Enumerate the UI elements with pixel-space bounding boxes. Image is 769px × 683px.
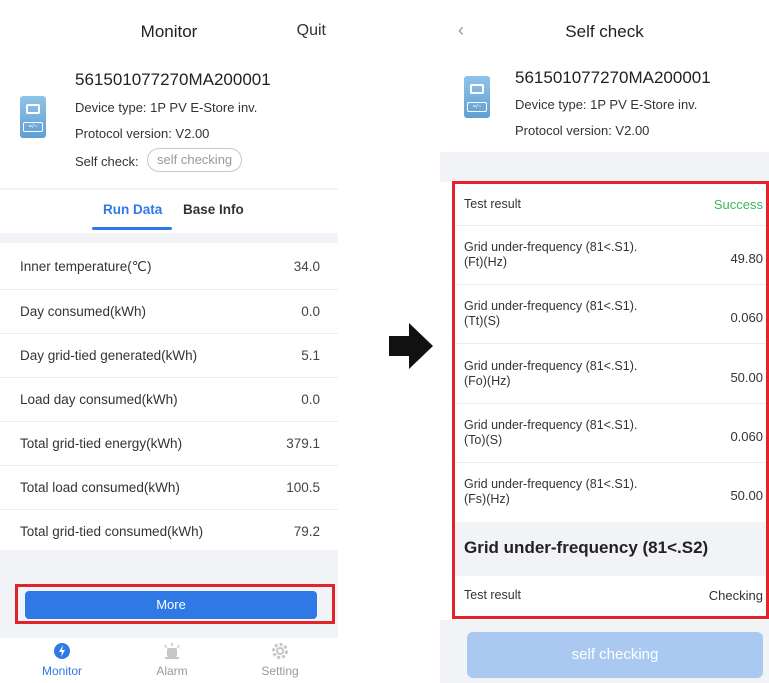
tab-run-data[interactable]: Run Data — [103, 202, 162, 217]
highlight-box — [15, 584, 335, 624]
monitor-icon — [53, 642, 71, 660]
row-label: Total grid-tied energy(kWh) — [20, 436, 183, 451]
device-serial: 561501077270MA200001 — [75, 70, 271, 89]
nav-label: Setting — [261, 664, 299, 678]
data-row: Inner temperature(℃) 34.0 — [0, 243, 338, 290]
page-title: Monitor — [140, 22, 198, 41]
gear-icon — [271, 642, 289, 660]
device-type: Device type: 1P PV E-Store inv. — [75, 100, 258, 115]
row-value: 100.5 — [286, 480, 320, 495]
row-value: 0.0 — [301, 392, 320, 407]
tab-bar: Run Data Base Info — [0, 190, 338, 234]
tab-active-indicator — [92, 227, 172, 230]
self-check-label: Self check: — [75, 154, 139, 169]
inverter-icon: =/~ — [464, 76, 490, 118]
row-label: Day consumed(kWh) — [20, 304, 147, 319]
quit-button[interactable]: Quit — [297, 22, 326, 40]
highlight-box — [452, 181, 769, 619]
nav-label: Alarm — [156, 664, 188, 678]
protocol-version: Protocol version: V2.00 — [515, 123, 650, 138]
nav-label: Monitor — [41, 664, 82, 678]
data-row: Day consumed(kWh) 0.0 — [0, 290, 338, 334]
protocol-version: Protocol version: V2.00 — [75, 126, 210, 141]
row-value: 34.0 — [293, 259, 320, 274]
data-row: Day grid-tied generated(kWh) 5.1 — [0, 334, 338, 378]
row-label: Load day consumed(kWh) — [20, 392, 178, 407]
row-value: 379.1 — [286, 436, 320, 451]
device-serial: 561501077270MA200001 — [515, 68, 711, 87]
device-type: Device type: 1P PV E-Store inv. — [515, 97, 698, 112]
tab-base-info[interactable]: Base Info — [183, 202, 244, 217]
row-value: 5.1 — [301, 348, 320, 363]
self-checking-button[interactable]: self checking — [467, 632, 763, 678]
self-check-chip[interactable]: self checking — [147, 148, 243, 172]
bottom-nav: Monitor Alarm Setting — [0, 638, 338, 683]
arrow-right-icon — [389, 323, 433, 369]
page-title: Self check — [565, 22, 644, 41]
nav-monitor[interactable]: Monitor — [27, 638, 97, 683]
alarm-icon — [163, 642, 181, 660]
row-label: Day grid-tied generated(kWh) — [20, 348, 198, 363]
row-value: 79.2 — [293, 524, 320, 539]
nav-alarm[interactable]: Alarm — [137, 638, 207, 683]
row-label: Inner temperature(℃) — [20, 259, 152, 274]
section-gap — [440, 152, 769, 182]
row-value: 0.0 — [301, 304, 320, 319]
row-label: Total load consumed(kWh) — [20, 480, 180, 495]
data-row: Total load consumed(kWh) 100.5 — [0, 466, 338, 510]
inverter-icon: =/~ — [20, 96, 46, 138]
monitor-header: Monitor Quit — [0, 0, 338, 62]
data-row: Total grid-tied consumed(kWh) 79.2 — [0, 510, 338, 554]
data-row: Total grid-tied energy(kWh) 379.1 — [0, 422, 338, 466]
nav-setting[interactable]: Setting — [245, 638, 315, 683]
run-data-rows: Inner temperature(℃) 34.0 Day consumed(k… — [0, 243, 338, 573]
data-row: Load day consumed(kWh) 0.0 — [0, 378, 338, 422]
section-gap — [0, 233, 338, 243]
row-label: Total grid-tied consumed(kWh) — [20, 524, 204, 539]
self-check-screen: ‹ Self check =/~ 561501077270MA200001 De… — [440, 0, 769, 683]
